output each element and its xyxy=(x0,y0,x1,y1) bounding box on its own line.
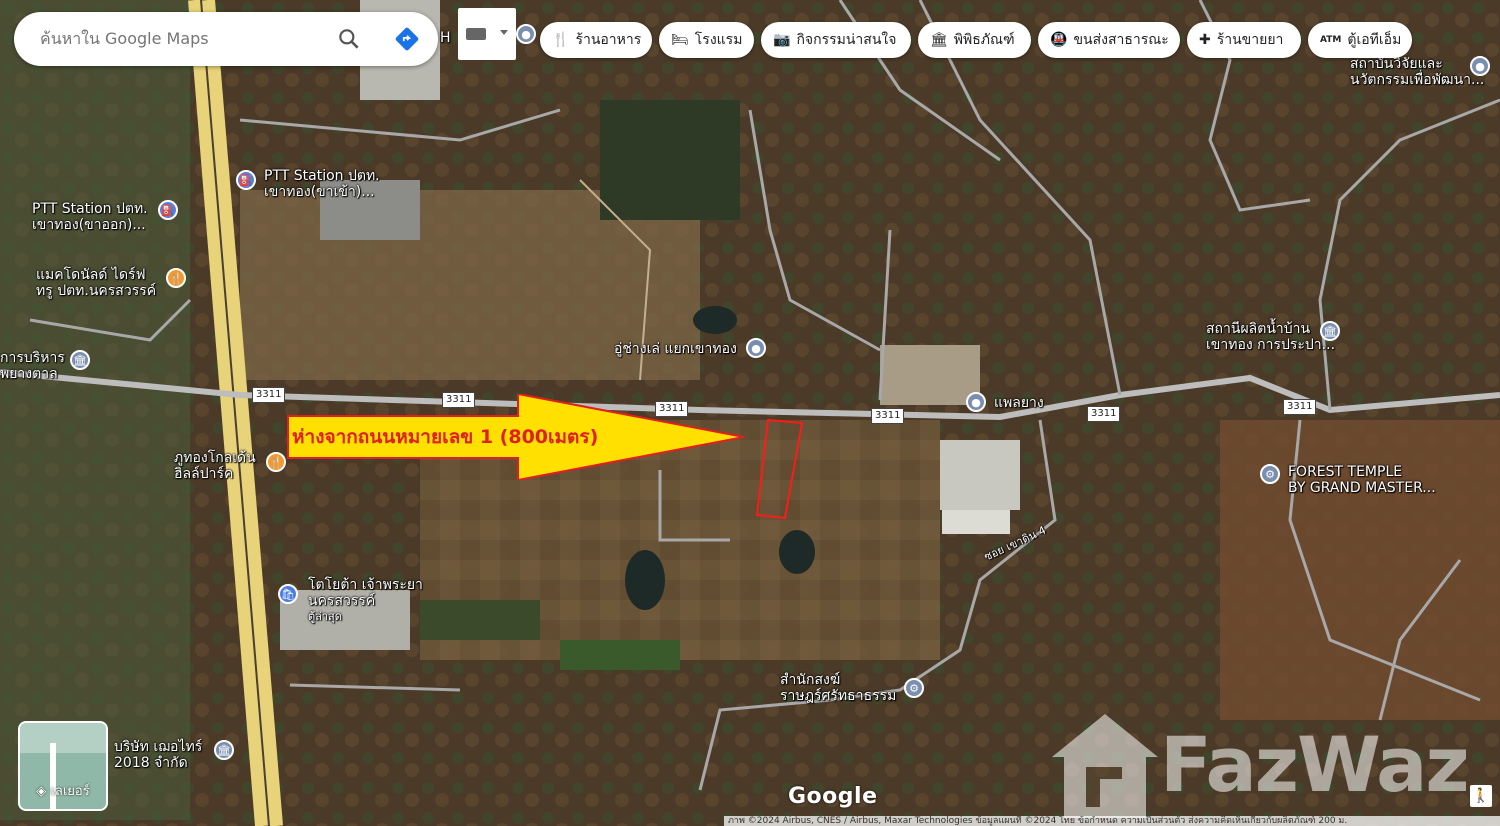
restaurant-pin-icon[interactable]: 🍴 xyxy=(166,268,186,288)
input-tools-button[interactable] xyxy=(458,8,516,60)
chip-pharmacies[interactable]: ✚ ร้านขายยา xyxy=(1187,22,1301,58)
place-label-garage[interactable]: อู่ช่างเล่ แยกเขาทอง xyxy=(614,341,737,357)
government-pin-icon[interactable]: 🏛 xyxy=(70,350,90,370)
google-logo: Google xyxy=(788,784,878,809)
layers-label: เลเยอร์ xyxy=(50,784,90,799)
chip-hotels[interactable]: 🛏 โรงแรม xyxy=(659,22,754,58)
place-label-institute[interactable]: สถาบันวิจัยและ นวัตกรรมเพื่อพัฒนา... xyxy=(1350,56,1484,88)
place-pin-icon[interactable]: ● xyxy=(746,338,766,358)
satellite-map[interactable] xyxy=(0,0,1500,826)
layers-button[interactable]: ◈ เลเยอร์ xyxy=(18,721,108,811)
place-pin-icon[interactable]: ● xyxy=(516,24,536,44)
chip-museums[interactable]: 🏛 พิพิธภัณฑ์ xyxy=(918,22,1031,58)
watermark-text: FazWaz xyxy=(1160,720,1470,809)
place-label-toyota[interactable]: โตโยต้า เจ้าพระยา นครสวรรค์ xyxy=(308,577,423,609)
gas-station-icon[interactable]: ⛽ xyxy=(158,200,178,220)
chip-transit[interactable]: 🚇 ขนส่งสาธารณะ xyxy=(1038,22,1180,58)
chip-atms[interactable]: ATM ตู้เอทีเอ็ม xyxy=(1308,22,1412,58)
distance-annotation: ห่างจากถนนหมายเลข 1 (800เมตร) xyxy=(286,392,746,482)
place-label-rubber[interactable]: แพลยาง xyxy=(994,395,1044,411)
fazwaz-logo-icon xyxy=(1052,714,1158,818)
shopping-pin-icon[interactable]: 🛍 xyxy=(278,584,298,604)
place-label-toyota-sub: ตู้ล่าสุด xyxy=(308,610,342,623)
camera-icon: 📷 xyxy=(773,32,791,48)
transit-icon: 🚇 xyxy=(1050,32,1068,48)
road-shield: 3311 xyxy=(252,387,286,403)
layers-icon: ◈ xyxy=(36,784,51,799)
search-icon[interactable] xyxy=(336,26,362,52)
government-pin-icon[interactable]: 🏛 xyxy=(214,740,234,760)
place-label-top-h[interactable]: H xyxy=(440,30,451,46)
temple-pin-icon[interactable]: ⚙ xyxy=(1260,464,1280,484)
hotel-icon: 🛏 xyxy=(671,32,689,48)
place-label-forest-temple[interactable]: FOREST TEMPLE BY GRAND MASTER... xyxy=(1288,464,1436,496)
road-shield: 3311 xyxy=(1087,406,1121,422)
chevron-down-icon[interactable] xyxy=(500,30,508,35)
place-label-ptt-out[interactable]: PTT Station ปตท. เขาทอง(ขาออก)... xyxy=(32,201,148,233)
search-input[interactable] xyxy=(40,29,330,48)
gas-station-icon[interactable]: ⛽ xyxy=(236,170,256,190)
chip-restaurants[interactable]: 🍴 ร้านอาหาร xyxy=(540,22,652,58)
chip-things-to-do[interactable]: 📷 กิจกรรมน่าสนใจ xyxy=(761,22,911,58)
map-attribution: ภาพ ©2024 Airbus, CNES / Airbus, Maxar T… xyxy=(724,816,1500,826)
temple-pin-icon[interactable]: ⚙ xyxy=(904,678,924,698)
place-label-ptt-in[interactable]: PTT Station ปตท. เขาทอง(ขาเข้า)... xyxy=(264,168,380,200)
place-label-mcdonalds[interactable]: แมคโดนัลด์ ไดร์ฟ ทรู ปตท.นครสวรรค์ xyxy=(36,267,156,299)
directions-icon[interactable] xyxy=(394,26,420,52)
museum-icon: 🏛 xyxy=(930,32,948,48)
place-pin-icon[interactable]: ● xyxy=(966,392,986,412)
keyboard-icon xyxy=(466,28,486,40)
pharmacy-icon: ✚ xyxy=(1199,32,1211,48)
road-shield: 3311 xyxy=(1283,399,1317,415)
search-box xyxy=(14,12,438,66)
place-label-water[interactable]: สถานีผลิตน้ำบ้าน เขาทอง การประปา... xyxy=(1206,321,1335,353)
street-view-pegman-icon[interactable]: 🚶 xyxy=(1470,785,1492,807)
place-label-company[interactable]: บริษัท เฌอไทร์ 2018 จำกัด xyxy=(114,739,202,771)
restaurant-icon: 🍴 xyxy=(552,32,570,48)
restaurant-pin-icon[interactable]: 🍴 xyxy=(266,452,286,472)
atm-icon: ATM xyxy=(1320,35,1342,45)
annotation-text: ห่างจากถนนหมายเลข 1 (800เมตร) xyxy=(292,426,599,448)
road-shield: 3311 xyxy=(871,408,905,424)
place-label-golf[interactable]: ภูทองโกลเด้น ฮิลล์ปาร์ค xyxy=(174,450,256,482)
place-label-admin[interactable]: การบริหาร พยางตาล xyxy=(0,350,65,382)
place-label-temple[interactable]: สำนักสงฆ์ ราษฎร์ศรัทธาธรรม xyxy=(780,672,896,704)
fazwaz-watermark: FazWaz xyxy=(1050,712,1490,820)
